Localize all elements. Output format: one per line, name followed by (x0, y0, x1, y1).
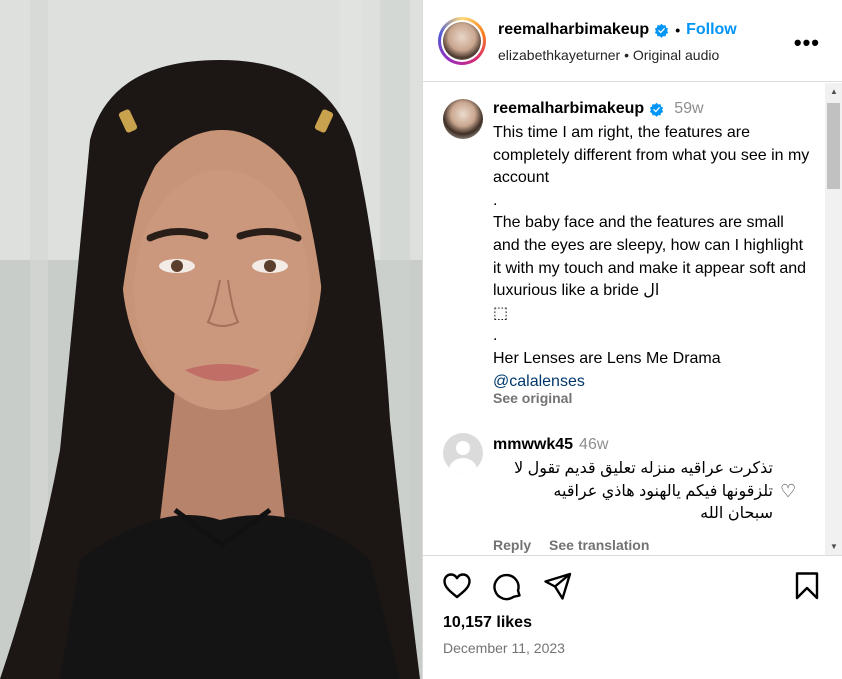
caption-line: The baby face and the features are small… (493, 214, 807, 300)
comments-list[interactable]: reemalharbimakeup 59w This time I am rig… (423, 83, 842, 555)
share-icon[interactable] (542, 570, 574, 602)
comments-scrollbar[interactable]: ▲ ▼ (825, 83, 842, 555)
post-date[interactable]: December 11, 2023 (443, 640, 565, 656)
comment-text: تذكرت عراقيه منزله تعليق قديم تقول لا تل… (483, 458, 773, 526)
caption-line: Her Lenses are Lens Me Drama (493, 349, 721, 367)
scroll-up-arrow-icon[interactable]: ▲ (830, 87, 838, 96)
comment-line: سبحان الله (700, 505, 773, 522)
caption-author[interactable]: reemalharbimakeup (493, 100, 644, 118)
header-user-row: reemalharbimakeup • Follow (498, 21, 737, 39)
action-bar (423, 570, 842, 604)
post-photo (0, 0, 422, 679)
audio-user[interactable]: elizabethkayeturner (498, 47, 620, 63)
comment-like-heart-icon[interactable]: ♡ (780, 481, 796, 502)
actions-divider (423, 555, 842, 556)
bookmark-icon[interactable] (791, 570, 823, 602)
follow-button[interactable]: Follow (686, 21, 737, 39)
more-options-icon[interactable]: ••• (794, 30, 820, 56)
heart-icon[interactable] (441, 570, 473, 602)
comment-icon[interactable] (492, 570, 524, 602)
comment-author-row: mmwwk45 46w (493, 436, 608, 454)
likes-count[interactable]: 10,157 likes (443, 614, 532, 632)
mention-link[interactable]: @calalenses (493, 373, 585, 390)
caption-line: . (493, 327, 498, 345)
caption-text: This time I am right, the features are c… (493, 122, 813, 393)
caption-line: . (493, 191, 498, 209)
see-original-button[interactable]: See original (493, 390, 572, 406)
audio-separator: • (624, 47, 629, 63)
verified-badge-icon (655, 23, 669, 38)
scroll-down-arrow-icon[interactable]: ▼ (830, 542, 838, 551)
author-username[interactable]: reemalharbimakeup (498, 21, 649, 39)
comment-actions: Reply See translation (493, 537, 663, 553)
scrollbar-thumb[interactable] (827, 103, 840, 189)
comment-line: تلزقونها فيكم يالهنود هاذي عراقيه (553, 482, 773, 500)
comment-author[interactable]: mmwwk45 (493, 436, 573, 453)
audio-line: elizabethkayeturner • Original audio (498, 47, 719, 63)
commenter-avatar[interactable] (443, 433, 483, 473)
verified-badge-icon (650, 102, 664, 117)
original-audio-link[interactable]: Original audio (633, 47, 719, 63)
author-avatar[interactable] (438, 17, 486, 65)
comment-line: تذكرت عراقيه منزله تعليق قديم تقول لا (514, 460, 773, 477)
caption-author-row: reemalharbimakeup 59w (493, 100, 704, 118)
post-panel: reemalharbimakeup • Follow elizabethkaye… (423, 0, 842, 679)
see-translation-button[interactable]: See translation (549, 537, 649, 553)
caption-avatar[interactable] (443, 99, 483, 139)
reply-button[interactable]: Reply (493, 537, 531, 553)
comment-time[interactable]: 46w (579, 436, 608, 453)
caption-time[interactable]: 59w (674, 100, 703, 118)
post-media[interactable] (0, 0, 422, 679)
caption-line: ⬚ (493, 304, 509, 322)
post-header: reemalharbimakeup • Follow elizabethkaye… (423, 0, 842, 82)
header-separator: • (675, 22, 681, 38)
caption-line: This time I am right, the features are c… (493, 124, 810, 187)
